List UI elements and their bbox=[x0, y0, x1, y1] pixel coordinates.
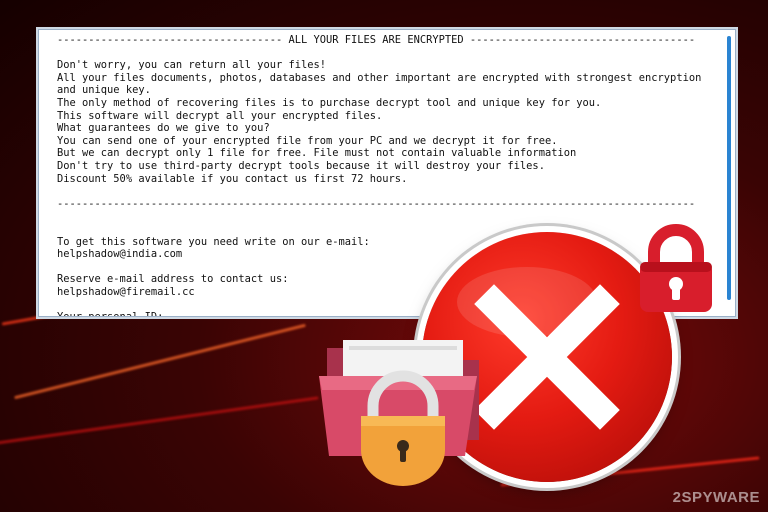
ransom-note-line: ----------------------------------------… bbox=[57, 197, 696, 210]
ransom-note-line: and unique key. bbox=[57, 84, 151, 97]
background-streak bbox=[0, 396, 319, 447]
ransom-note-line bbox=[57, 210, 719, 223]
ransom-note-line: The only method of recovering files is t… bbox=[57, 96, 602, 109]
padlock-icon bbox=[640, 224, 712, 312]
ransom-note-line: All your files documents, photos, databa… bbox=[57, 71, 702, 84]
ransom-note-line: You can send one of your encrypted file … bbox=[57, 134, 558, 147]
vertical-scrollbar[interactable] bbox=[727, 36, 731, 300]
ransom-note-line: This software will decrypt all your encr… bbox=[57, 109, 383, 122]
watermark-logo: 2SPYWARE bbox=[672, 489, 760, 506]
ransom-note-line bbox=[57, 47, 719, 60]
ransom-note-line: What guarantees do we give to you? bbox=[57, 122, 270, 135]
ransom-note-line bbox=[57, 185, 719, 198]
locked-folder-icon bbox=[319, 340, 479, 486]
ransom-note-line: Don't try to use third-party decrypt too… bbox=[57, 159, 545, 172]
background-streak bbox=[14, 323, 306, 400]
ransom-note-line: But we can decrypt only 1 file for free.… bbox=[57, 147, 577, 160]
ransom-note-line: Discount 50% available if you contact us… bbox=[57, 172, 408, 185]
ransom-note-line: ------------------------------------ ALL… bbox=[57, 34, 696, 46]
ransom-note-line: Don't worry, you can return all your fil… bbox=[57, 59, 326, 72]
